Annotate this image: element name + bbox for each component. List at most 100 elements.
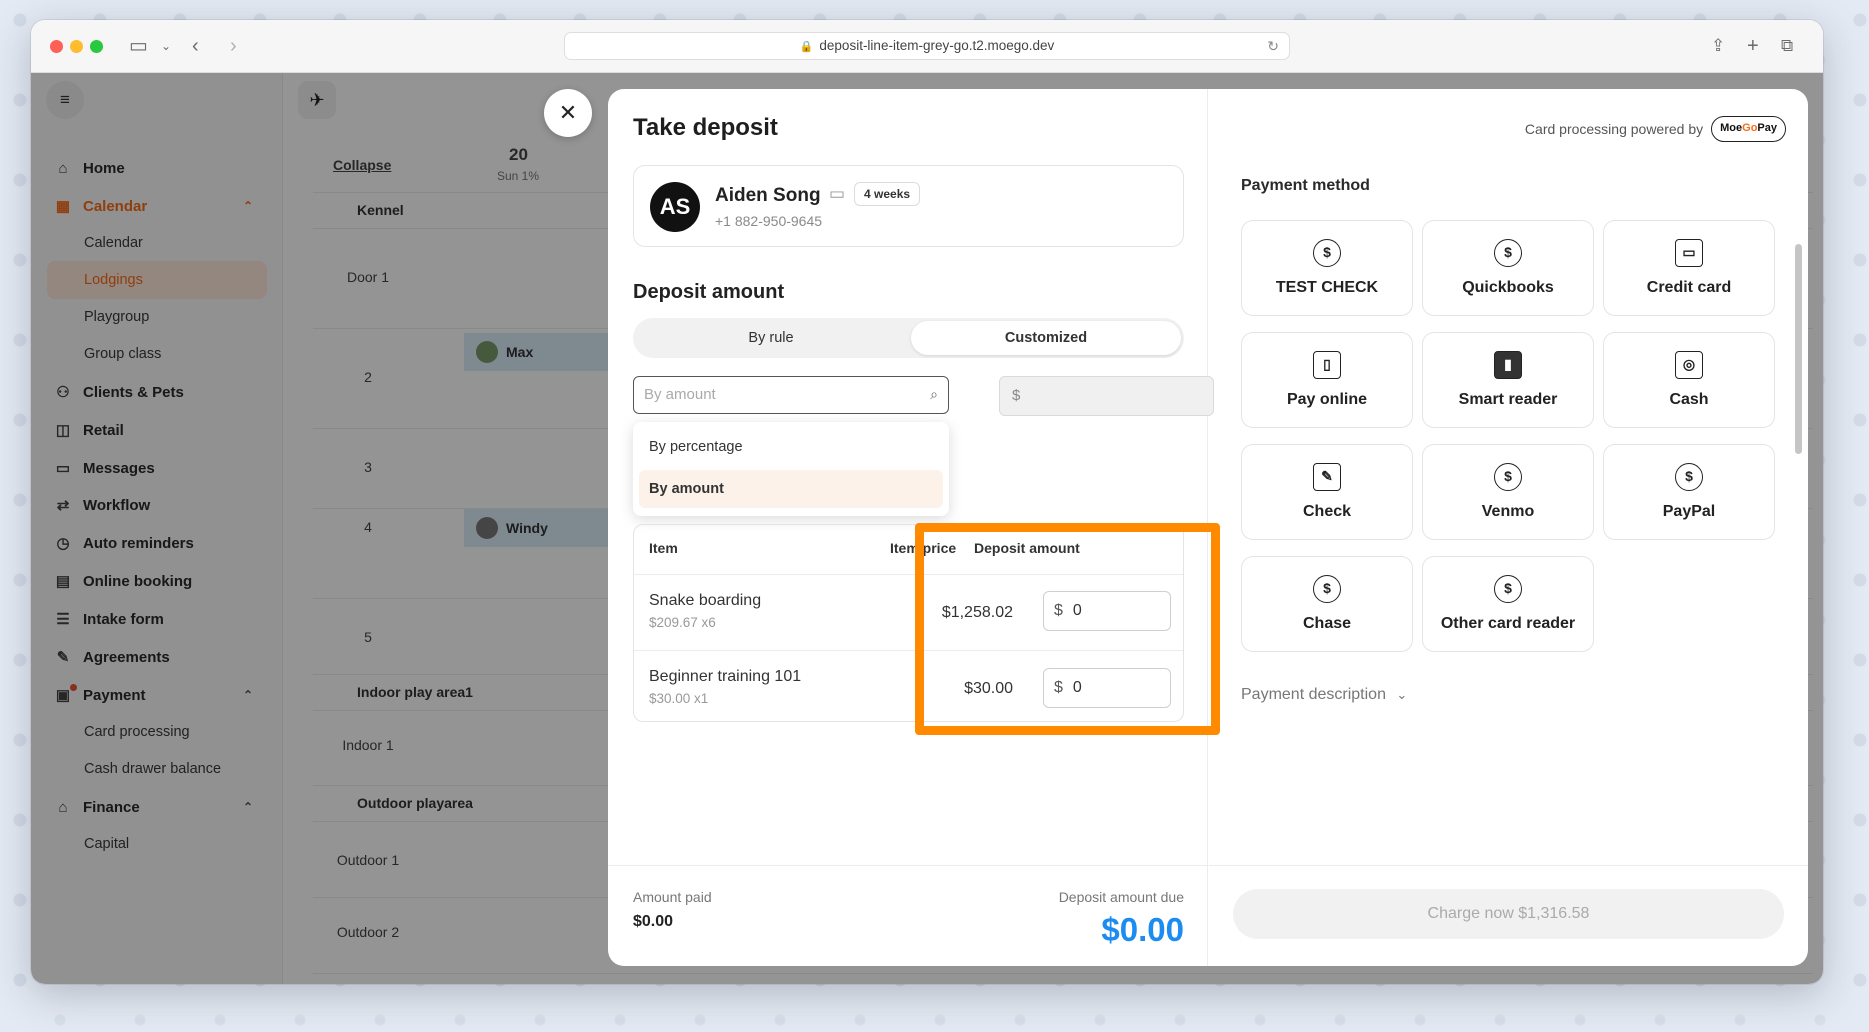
header-item: Item	[649, 540, 678, 556]
logo-part: Pay	[1757, 122, 1777, 134]
dollar-icon: $	[1494, 239, 1522, 267]
charge-now-button[interactable]: Charge now $1,316.58	[1233, 889, 1784, 939]
deposit-left-pane: Take deposit AS Aiden Song ▭ 4 weeks +1 …	[608, 89, 1220, 966]
method-label: Credit card	[1646, 279, 1732, 296]
deposit-value: 0	[1072, 679, 1082, 696]
method-quickbooks[interactable]: $ Quickbooks	[1422, 220, 1594, 316]
card-reader-icon: ▮	[1494, 351, 1522, 379]
method-other-card-reader[interactable]: $ Other card reader	[1422, 556, 1594, 652]
option-by-percentage[interactable]: By percentage	[639, 428, 943, 466]
zoom-window-button[interactable]	[90, 40, 103, 53]
currency-symbol: $	[1012, 387, 1021, 404]
deposit-amount-input[interactable]: $0	[1043, 591, 1171, 631]
cash-icon: ◎	[1675, 351, 1703, 379]
payment-right-pane: Card processing powered by MoeGoPay Paym…	[1209, 89, 1808, 966]
deposit-items-table: Item Item price Deposit amount Snake boa…	[633, 524, 1184, 722]
tab-customized[interactable]: Customized	[911, 321, 1181, 355]
phone-icon: ▯	[1313, 351, 1341, 379]
payment-description-label: Payment description	[1241, 686, 1386, 703]
method-smart-reader[interactable]: ▮ Smart reader	[1422, 332, 1594, 428]
dollar-icon: $	[1494, 575, 1522, 603]
url-text: deposit-line-item-grey-go.t2.moego.dev	[819, 38, 1055, 53]
deposit-due-label: Deposit amount due	[1058, 889, 1184, 905]
method-test-check[interactable]: $ TEST CHECK	[1241, 220, 1413, 316]
browser-window: ▭ ⌄ ‹ › 🔒 deposit-line-item-grey-go.t2.mo…	[31, 20, 1823, 984]
address-bar[interactable]: 🔒 deposit-line-item-grey-go.t2.moego.dev …	[564, 32, 1290, 60]
scrollbar[interactable]	[1795, 244, 1802, 454]
chevron-down-icon: ⌄	[1396, 687, 1408, 702]
modal-title: Take deposit	[633, 114, 778, 141]
total-deposit-input[interactable]: $	[999, 376, 1214, 416]
forward-icon[interactable]: ›	[230, 34, 237, 58]
amount-paid-value: $0.00	[633, 913, 674, 930]
method-label: Cash	[1669, 391, 1709, 408]
method-cash[interactable]: ◎ Cash	[1603, 332, 1775, 428]
close-modal-button[interactable]: ✕	[544, 89, 592, 137]
select-placeholder: By amount	[644, 386, 716, 403]
method-chase[interactable]: $ Chase	[1241, 556, 1413, 652]
footer-divider	[1209, 865, 1808, 866]
method-venmo[interactable]: $ Venmo	[1422, 444, 1594, 540]
tab-by-rule[interactable]: By rule	[636, 321, 906, 355]
method-label: Pay online	[1286, 391, 1368, 408]
new-tab-icon[interactable]: +	[1747, 34, 1759, 58]
client-avatar: AS	[650, 182, 700, 232]
search-icon: ⌕	[930, 386, 938, 402]
header-deposit-amount: Deposit amount	[974, 540, 1080, 556]
method-label: Check	[1302, 503, 1352, 520]
method-label: Chase	[1302, 615, 1352, 632]
method-pay-online[interactable]: ▯ Pay online	[1241, 332, 1413, 428]
item-name: Beginner training 101	[649, 668, 802, 685]
client-card: AS Aiden Song ▭ 4 weeks +1 882-950-9645	[633, 165, 1184, 247]
chevron-down-icon[interactable]: ⌄	[161, 34, 171, 58]
reload-icon[interactable]: ↻	[1267, 33, 1279, 59]
item-unit: $209.67 x6	[649, 615, 716, 630]
item-name: Snake boarding	[649, 592, 762, 609]
browser-titlebar: ▭ ⌄ ‹ › 🔒 deposit-line-item-grey-go.t2.mo…	[31, 20, 1823, 73]
method-paypal[interactable]: $ PayPal	[1603, 444, 1775, 540]
powered-by-text: Card processing powered by	[1524, 121, 1704, 137]
lock-icon: 🔒	[799, 41, 814, 53]
deposit-amount-title: Deposit amount	[633, 281, 785, 303]
tabs-overview-icon[interactable]: ⧉	[1781, 34, 1793, 58]
method-label: Smart reader	[1458, 391, 1558, 408]
client-name[interactable]: Aiden Song	[715, 185, 821, 207]
deposit-amount-input[interactable]: $0	[1043, 668, 1171, 708]
header-item-price: Item price	[890, 540, 957, 556]
moego-pay-logo: MoeGoPay	[1711, 116, 1786, 142]
dollar-icon: $	[1675, 463, 1703, 491]
take-deposit-modal: Take deposit AS Aiden Song ▭ 4 weeks +1 …	[608, 89, 1808, 966]
sidebar-toggle-icon[interactable]: ▭	[129, 34, 148, 58]
deposit-footer: Amount paid $0.00 Deposit amount due $0.…	[608, 865, 1208, 966]
method-credit-card[interactable]: ▭ Credit card	[1603, 220, 1775, 316]
card-on-file-icon: ▭	[829, 184, 846, 203]
item-unit: $30.00 x1	[649, 691, 709, 706]
payment-description-toggle[interactable]: Payment description ⌄	[1241, 686, 1407, 704]
currency-symbol: $	[1054, 602, 1063, 619]
client-phone: +1 882-950-9645	[715, 213, 823, 229]
back-icon[interactable]: ‹	[192, 34, 199, 58]
dollar-icon: $	[1494, 463, 1522, 491]
method-check[interactable]: ✎ Check	[1241, 444, 1413, 540]
deposit-type-select[interactable]: By amount ⌕	[633, 376, 949, 414]
share-icon[interactable]: ⇪	[1711, 34, 1725, 58]
method-label: TEST CHECK	[1275, 279, 1379, 296]
item-price: $1,258.02	[941, 604, 1013, 621]
method-label: Other card reader	[1440, 615, 1576, 632]
dollar-icon: $	[1313, 239, 1341, 267]
deposit-due-value: $0.00	[1101, 911, 1184, 948]
minimize-window-button[interactable]	[70, 40, 83, 53]
close-window-button[interactable]	[50, 40, 63, 53]
check-icon: ✎	[1313, 463, 1341, 491]
credit-card-icon: ▭	[1675, 239, 1703, 267]
powered-by: Card processing powered by MoeGoPay	[1525, 116, 1786, 142]
item-price: $30.00	[964, 680, 1013, 697]
option-by-amount[interactable]: By amount	[639, 470, 943, 508]
deposit-type-dropdown: By percentage By amount	[633, 422, 949, 516]
deposit-value: 0	[1072, 602, 1082, 619]
deposit-mode-toggle: By rule Customized	[633, 318, 1184, 358]
payment-method-title: Payment method	[1241, 177, 1370, 194]
logo-part: Go	[1742, 122, 1758, 134]
dollar-icon: $	[1313, 575, 1341, 603]
method-label: Quickbooks	[1462, 279, 1554, 296]
